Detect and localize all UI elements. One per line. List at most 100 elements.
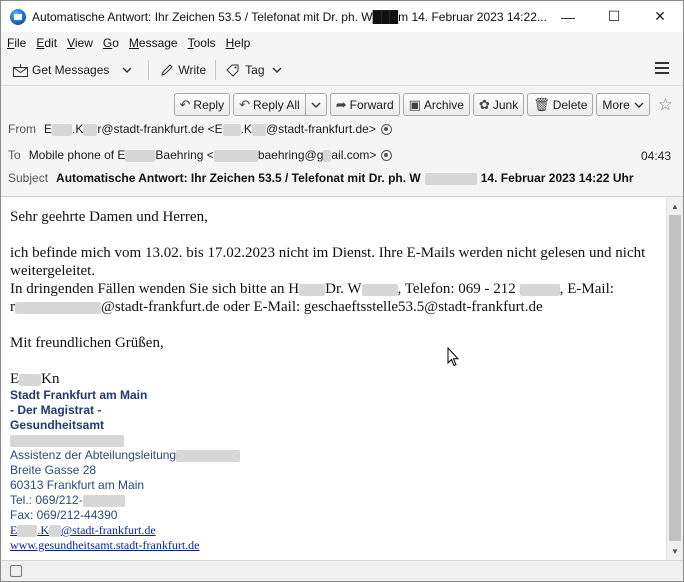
sig-org-name: Stadt Frankfurt am Main bbox=[10, 388, 148, 402]
pencil-icon bbox=[158, 62, 174, 78]
sig-fax: Fax: 069/212-44390 bbox=[10, 508, 118, 522]
redacted bbox=[213, 149, 258, 162]
to-label: To bbox=[8, 148, 21, 162]
header-actions: ↶ Reply ↶ Reply All ➦ Forward ▣ Archive ✿ Jun… bbox=[171, 93, 673, 116]
get-messages-label: Get Messages bbox=[32, 63, 110, 77]
more-button[interactable]: More bbox=[596, 93, 650, 116]
redacted bbox=[299, 283, 326, 296]
contact-line: In dringenden Fällen wenden Sie sich bit… bbox=[10, 281, 614, 297]
minimize-button[interactable]: — bbox=[545, 1, 591, 32]
sig-street: Breite Gasse 28 bbox=[10, 463, 97, 477]
tag-label: Tag bbox=[245, 63, 265, 77]
sig-email-link[interactable]: E .K @stadt-frankfurt.de bbox=[10, 523, 156, 538]
scroll-thumb[interactable] bbox=[669, 215, 681, 541]
chevron-down-icon bbox=[269, 62, 285, 78]
redacted bbox=[19, 373, 42, 386]
redacted bbox=[424, 172, 477, 185]
main-toolbar: Get Messages Write Tag bbox=[1, 55, 683, 86]
activity-icon[interactable] bbox=[10, 565, 22, 577]
app-menu-icon[interactable] bbox=[655, 62, 669, 74]
redacted bbox=[10, 434, 124, 447]
scroll-down-icon[interactable]: ▼ bbox=[667, 543, 683, 560]
redacted bbox=[52, 123, 73, 136]
redacted bbox=[361, 283, 398, 296]
message-text: Sehr geehrte Damen und Herren, ich befin… bbox=[10, 208, 657, 388]
greeting: Sehr geehrte Damen und Herren, bbox=[10, 209, 208, 225]
trash-icon: 🗑 bbox=[533, 96, 550, 112]
message-body: Sehr geehrte Damen und Herren, ich befin… bbox=[1, 198, 666, 560]
reply-all-dropdown[interactable] bbox=[305, 93, 327, 116]
sig-web-line: www.gesundheitsamt.stadt-frankfurt.de bbox=[10, 538, 657, 553]
sig-org-dept: Gesundheitsamt bbox=[10, 418, 105, 432]
reply-all-icon: ↶ bbox=[239, 96, 251, 112]
redacted bbox=[519, 283, 560, 296]
title-bar: Automatische Antwort: Ihr Zeichen 53.5 /… bbox=[1, 1, 683, 32]
message-header: ↶ Reply ↶ Reply All ➦ Forward ▣ Archive ✿ Jun… bbox=[1, 87, 683, 197]
redacted bbox=[251, 123, 266, 136]
sig-phone: Tel.: 069/212- bbox=[10, 493, 657, 508]
reply-button[interactable]: ↶ Reply bbox=[173, 93, 231, 116]
redacted bbox=[222, 123, 241, 136]
absence-notice: ich befinde mich vom 13.02. bis 17.02.20… bbox=[10, 245, 646, 279]
redacted bbox=[82, 494, 125, 507]
chevron-down-icon bbox=[119, 62, 135, 78]
get-messages-button[interactable]: Get Messages bbox=[7, 58, 114, 82]
sig-web-link[interactable]: www.gesundheitsamt.stadt-frankfurt.de bbox=[10, 538, 200, 552]
to-address[interactable]: Mobile phone of E Baehring < baehring@g ail… bbox=[29, 148, 377, 162]
redacted bbox=[176, 449, 241, 462]
message-time: 04:43 bbox=[640, 149, 671, 163]
subject-row: Subject Automatische Antwort: Ihr Zeiche… bbox=[8, 171, 634, 185]
redacted bbox=[17, 525, 38, 538]
write-label: Write bbox=[178, 63, 207, 77]
toolbar-separator bbox=[215, 60, 217, 80]
status-bar bbox=[1, 560, 683, 581]
menu-message[interactable]: Message bbox=[129, 36, 178, 50]
contact-icon[interactable] bbox=[381, 149, 393, 161]
email-line: r @stadt-frankfurt.de oder E-Mail: gescha… bbox=[10, 299, 543, 315]
chevron-down-icon bbox=[634, 102, 644, 108]
window-controls: — ☐ ✕ bbox=[545, 1, 683, 32]
redacted bbox=[83, 123, 98, 136]
maximize-button[interactable]: ☐ bbox=[591, 1, 637, 32]
archive-icon: ▣ bbox=[408, 96, 421, 112]
menu-file[interactable]: File bbox=[7, 36, 26, 50]
from-address[interactable]: E .K r@stadt-frankfurt.de <E .K @stadt-frank… bbox=[44, 122, 376, 136]
redacted bbox=[49, 525, 62, 538]
tag-button[interactable]: Tag bbox=[220, 58, 293, 82]
menu-view[interactable]: View bbox=[67, 36, 93, 50]
menu-go[interactable]: Go bbox=[103, 36, 119, 50]
get-messages-dropdown[interactable] bbox=[114, 58, 144, 82]
forward-icon: ➦ bbox=[335, 96, 347, 112]
signature: Stadt Frankfurt am Main - Der Magistrat … bbox=[10, 388, 657, 553]
reply-all-button[interactable]: ↶ Reply All bbox=[233, 93, 306, 116]
menu-edit[interactable]: Edit bbox=[36, 36, 57, 50]
sig-email-line: E .K @stadt-frankfurt.de bbox=[10, 523, 657, 538]
write-button[interactable]: Write bbox=[153, 58, 211, 82]
scroll-up-icon[interactable]: ▲ bbox=[667, 198, 683, 215]
sig-org-sub: - Der Magistrat - bbox=[10, 403, 102, 417]
reply-all-split: ↶ Reply All bbox=[233, 93, 327, 116]
redacted bbox=[125, 149, 156, 162]
subject-text: Automatische Antwort: Ihr Zeichen 53.5 /… bbox=[56, 171, 634, 185]
forward-button[interactable]: ➦ Forward bbox=[329, 93, 400, 116]
archive-button[interactable]: ▣ Archive bbox=[402, 93, 470, 116]
mail-window: Automatische Antwort: Ihr Zeichen 53.5 /… bbox=[0, 0, 684, 582]
mouse-cursor-icon bbox=[447, 347, 459, 367]
from-label: From bbox=[8, 122, 36, 136]
closing: Mit freundlichen Grüßen, bbox=[10, 335, 164, 351]
junk-button[interactable]: ✿ Junk bbox=[472, 93, 525, 116]
chevron-down-icon bbox=[311, 102, 321, 108]
window-title: Automatische Antwort: Ihr Zeichen 53.5 /… bbox=[32, 9, 547, 24]
star-icon[interactable]: ☆ bbox=[658, 95, 673, 115]
menu-help[interactable]: Help bbox=[226, 36, 251, 50]
contact-icon[interactable] bbox=[380, 123, 392, 135]
reply-icon: ↶ bbox=[179, 96, 191, 112]
delete-button[interactable]: 🗑 Delete bbox=[527, 93, 594, 116]
close-button[interactable]: ✕ bbox=[637, 1, 683, 32]
menu-bar: File Edit View Go Message Tools Help bbox=[1, 32, 683, 53]
sig-role: Assistenz der Abteilungsleitung bbox=[10, 448, 657, 463]
menu-tools[interactable]: Tools bbox=[188, 36, 216, 50]
signer-name: E Kn bbox=[10, 371, 60, 387]
message-scrollbar[interactable]: ▲ ▼ bbox=[666, 198, 683, 560]
tag-icon bbox=[225, 62, 241, 78]
